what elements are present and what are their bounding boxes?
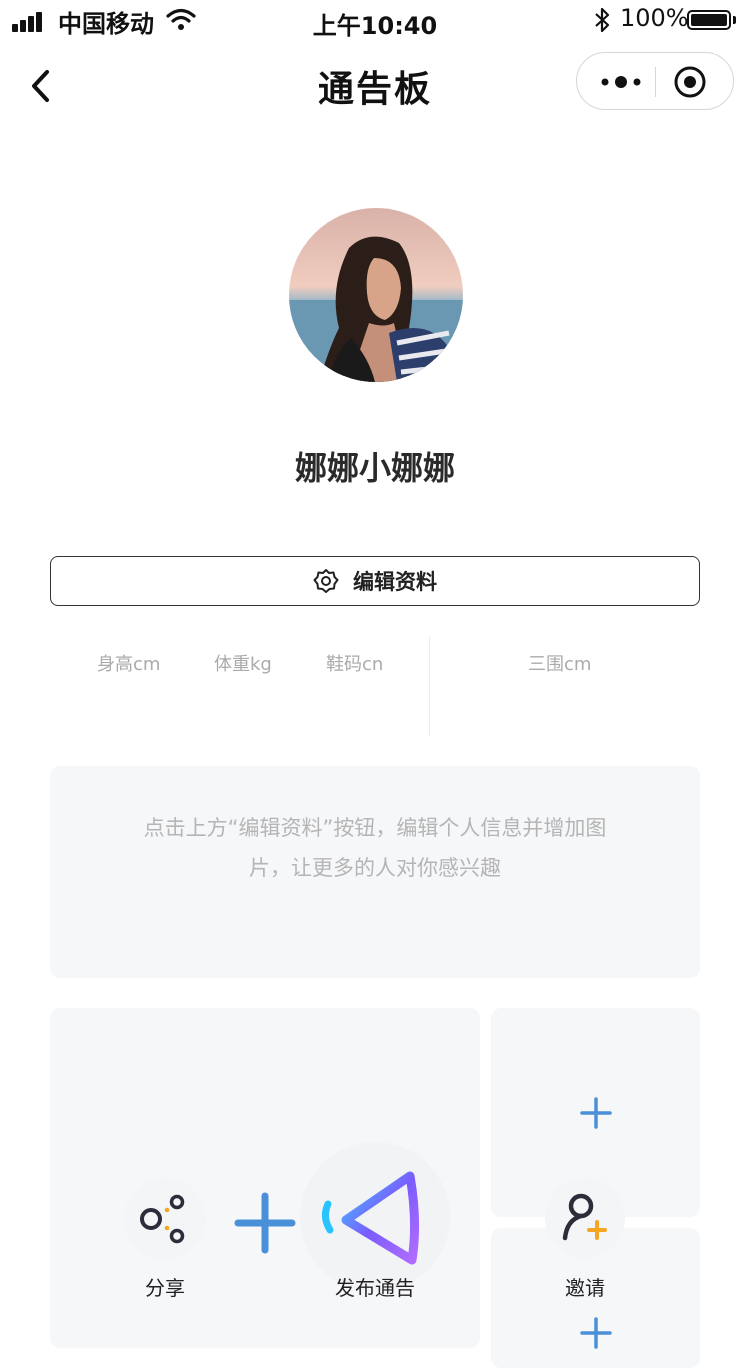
add-photo-icon: [580, 1317, 612, 1349]
edit-profile-button[interactable]: 编辑资料: [50, 556, 700, 606]
target-circle-icon[interactable]: [673, 65, 707, 99]
battery-percent: 100%: [620, 4, 689, 32]
status-bar: 中国移动 上午10:40 100%: [0, 0, 750, 42]
add-photo-icon: [580, 1097, 612, 1129]
measurements-stat: 三围cm: [528, 654, 592, 675]
stats-divider: [429, 636, 430, 736]
tip-box: 点击上方“编辑资料”按钮，编辑个人信息并增加图片，让更多的人对你感兴趣: [50, 766, 700, 978]
more-dots-icon[interactable]: [599, 67, 643, 97]
battery-icon: [687, 10, 731, 30]
share-label: 分享: [145, 1276, 185, 1300]
invite-button[interactable]: [545, 1178, 625, 1258]
mini-program-capsule: [576, 52, 734, 110]
avatar-photo: [289, 208, 463, 382]
battery-tip: [733, 16, 736, 24]
gear-icon: [313, 569, 339, 593]
publish-logo-icon: [321, 1171, 420, 1265]
publish-label: 发布通告: [335, 1276, 415, 1300]
avatar[interactable]: [289, 208, 463, 382]
plus-icon[interactable]: [234, 1192, 296, 1254]
tip-text: 点击上方“编辑资料”按钮，编辑个人信息并增加图片，让更多的人对你感兴趣: [143, 816, 607, 880]
invite-label: 邀请: [565, 1276, 605, 1300]
height-stat: 身高cm: [97, 654, 161, 675]
bluetooth-icon: [595, 7, 610, 33]
capsule-divider: [655, 67, 656, 97]
invite-user-icon: [562, 1193, 607, 1241]
shoe-size-stat: 鞋码cn: [326, 654, 384, 675]
publish-button[interactable]: [300, 1142, 450, 1292]
edit-profile-label: 编辑资料: [353, 570, 437, 594]
username: 娜娜小娜娜: [294, 449, 455, 487]
weight-stat: 体重kg: [214, 654, 272, 675]
share-icon: [140, 1194, 185, 1244]
share-button[interactable]: [124, 1178, 206, 1260]
